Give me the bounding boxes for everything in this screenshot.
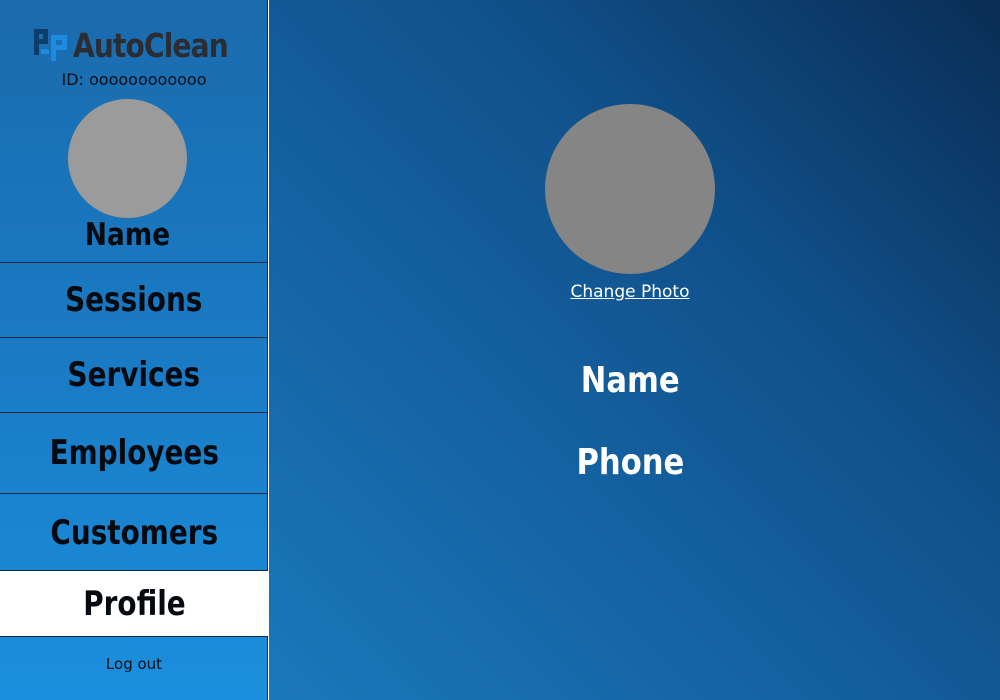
sidebar-item-label: Employees [49, 433, 219, 473]
sidebar-item-label: Sessions [65, 280, 203, 320]
sidebar-item-label: Services [67, 355, 201, 395]
user-id-label: ID: oooooooooooo [61, 70, 207, 89]
sidebar-item-profile[interactable]: Profile [0, 570, 268, 637]
profile-name-text: Name [580, 360, 680, 401]
sidebar-item-label: Customers [50, 512, 218, 553]
sidebar-item-customers[interactable]: Customers [0, 493, 268, 571]
sidebar-avatar [68, 99, 187, 218]
profile-phone-text: Phone [576, 442, 684, 483]
app-logo-text: AutoClean [73, 25, 229, 65]
logout-link[interactable]: Log out [0, 655, 268, 673]
profile-name: Name [269, 360, 991, 401]
profile-photo[interactable] [545, 104, 715, 274]
app-logo: AutoClean [33, 26, 255, 64]
sidebar-item-sessions[interactable]: Sessions [0, 262, 268, 337]
sidebar-item-employees[interactable]: Employees [0, 412, 268, 493]
profile-phone: Phone [269, 442, 991, 483]
profile-panel: Change Photo Name Phone [269, 0, 1000, 700]
sidebar: AutoClean ID: oooooooooooo Name Sessions… [0, 0, 268, 700]
autoclean-logo-icon [34, 29, 67, 61]
change-photo-link[interactable]: Change Photo [269, 282, 991, 302]
sidebar-user-name: Name [84, 217, 171, 253]
sidebar-item-label: Profile [82, 583, 186, 624]
sidebar-item-services[interactable]: Services [0, 337, 268, 412]
